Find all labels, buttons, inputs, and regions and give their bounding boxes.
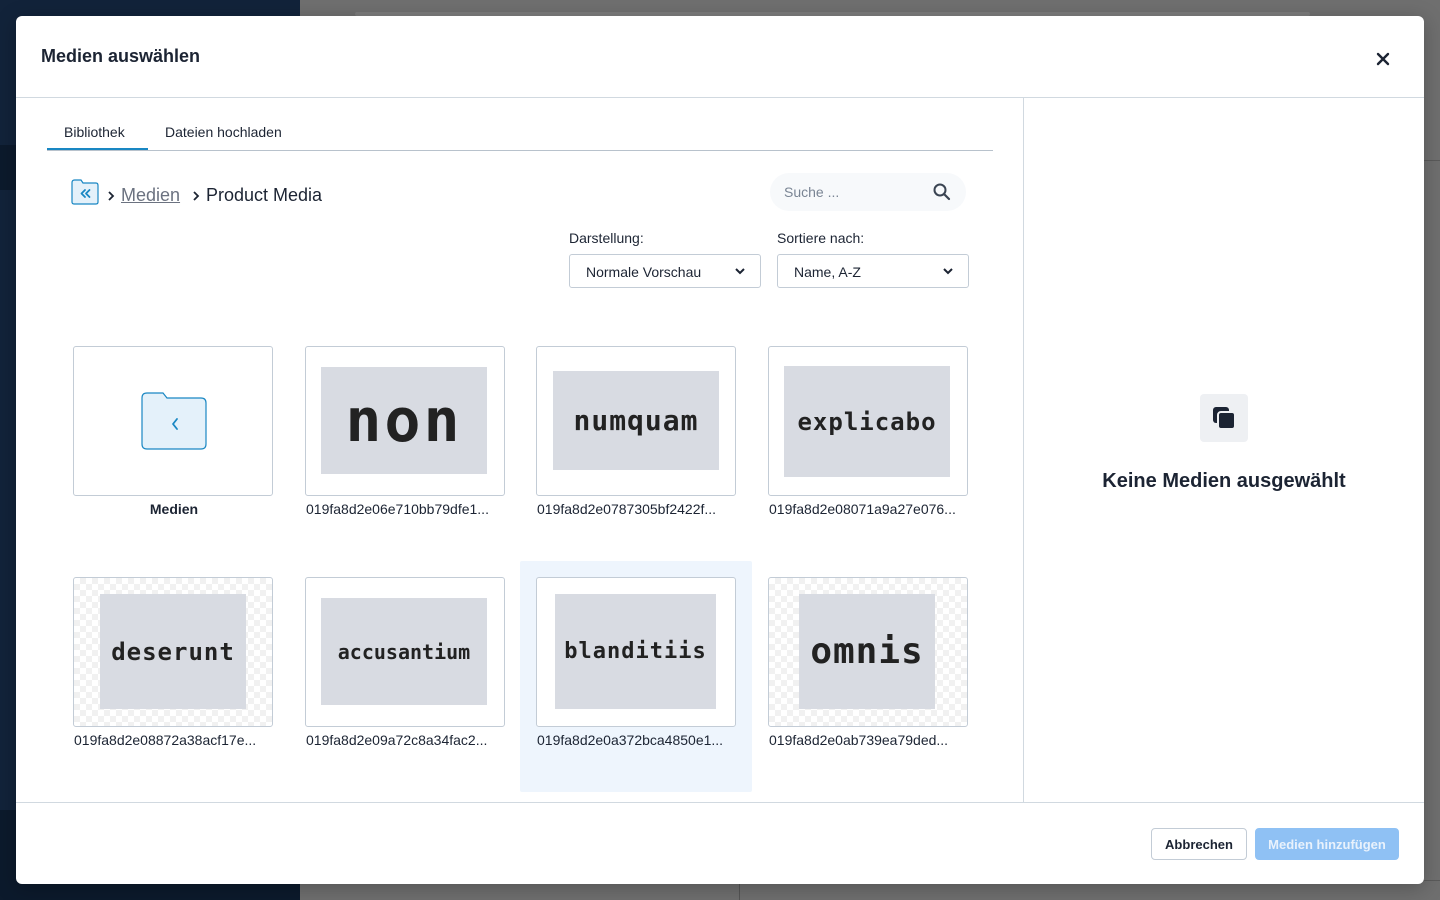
media-image: omnis xyxy=(799,594,935,709)
media-item-name: Medien xyxy=(149,501,199,517)
chevron-down-icon xyxy=(735,268,745,275)
media-thumbnail: numquam xyxy=(536,346,736,496)
media-modal: Medien auswählen Bibliothek Dateien hoch… xyxy=(16,16,1424,884)
media-thumbnail: non xyxy=(305,346,505,496)
modal-body: Bibliothek Dateien hochladen Medien Prod… xyxy=(16,98,1424,802)
chevron-right-icon xyxy=(107,189,115,204)
tab-library[interactable]: Bibliothek xyxy=(64,124,125,140)
media-thumbnail: deserunt xyxy=(73,577,273,727)
media-image: numquam xyxy=(553,371,719,470)
modal-footer: Abbrechen Medien hinzufügen xyxy=(16,802,1424,884)
media-item[interactable]: accusantium 019fa8d2e09a72c8a34fac2... xyxy=(289,561,521,792)
media-thumbnail: accusantium xyxy=(305,577,505,727)
media-item-name: 019fa8d2e09a72c8a34fac2... xyxy=(306,732,488,748)
media-thumbnail: omnis xyxy=(768,577,968,727)
media-item-name: 019fa8d2e0787305bf2422f... xyxy=(537,501,717,517)
media-image: non xyxy=(321,367,487,474)
empty-selection-text: Keine Medien ausgewählt xyxy=(1102,470,1346,492)
chevron-down-icon xyxy=(943,268,953,275)
media-image: deserunt xyxy=(100,594,246,709)
folder-back-icon xyxy=(141,392,207,450)
view-select[interactable]: Normale Vorschau xyxy=(569,254,761,288)
active-tab-indicator xyxy=(47,148,148,150)
sort-select-label: Sortiere nach: xyxy=(777,230,865,246)
app-divider-right xyxy=(1423,160,1440,161)
sort-select-value: Name, A-Z xyxy=(794,264,861,280)
search-icon[interactable] xyxy=(932,182,952,202)
media-image: accusantium xyxy=(321,598,487,705)
search-input[interactable] xyxy=(784,182,924,202)
breadcrumb-current: Product Media xyxy=(206,185,323,205)
view-select-label: Darstellung: xyxy=(569,230,644,246)
media-library-pane: Bibliothek Dateien hochladen Medien Prod… xyxy=(16,98,1023,802)
folder-back-icon xyxy=(71,179,99,205)
tab-upload-files[interactable]: Dateien hochladen xyxy=(165,124,282,140)
media-folder-item[interactable]: Medien xyxy=(57,330,289,561)
media-image: explicabo xyxy=(784,366,950,477)
breadcrumb-back-button[interactable] xyxy=(71,179,99,205)
media-item-name: 019fa8d2e08872a38acf17e... xyxy=(74,732,257,748)
tab-bar: Bibliothek Dateien hochladen xyxy=(47,116,993,151)
search-box xyxy=(770,173,966,211)
selection-sidebar: Keine Medien ausgewählt xyxy=(1023,98,1424,802)
media-item-name: 019fa8d2e06e710bb79dfe1... xyxy=(306,501,489,517)
media-item-name: 019fa8d2e0ab739ea79ded... xyxy=(769,732,949,748)
copy-icon xyxy=(1200,394,1248,442)
media-item[interactable]: non 019fa8d2e06e710bb79dfe1... xyxy=(289,330,521,561)
media-item[interactable]: explicabo 019fa8d2e08071a9a27e076... xyxy=(752,330,984,561)
breadcrumb-root-link[interactable]: Medien xyxy=(121,185,180,206)
media-item-name: 019fa8d2e0a372bca4850e1... xyxy=(537,732,724,748)
sort-select[interactable]: Name, A-Z xyxy=(777,254,969,288)
close-button[interactable] xyxy=(1371,47,1395,71)
add-media-button[interactable]: Medien hinzufügen xyxy=(1255,828,1399,860)
media-thumbnail: blanditiis xyxy=(536,577,736,727)
media-thumbnail: explicabo xyxy=(768,346,968,496)
media-item[interactable]: omnis 019fa8d2e0ab739ea79ded... xyxy=(752,561,984,792)
folder-thumbnail xyxy=(73,346,273,496)
media-item-selected[interactable]: blanditiis 019fa8d2e0a372bca4850e1... xyxy=(520,561,752,792)
modal-title: Medien auswählen xyxy=(41,46,201,66)
close-icon xyxy=(1376,52,1390,66)
media-image: blanditiis xyxy=(555,594,716,709)
media-item[interactable]: deserunt 019fa8d2e08872a38acf17e... xyxy=(57,561,289,792)
chevron-right-icon xyxy=(192,189,200,204)
media-item[interactable]: numquam 019fa8d2e0787305bf2422f... xyxy=(520,330,752,561)
view-select-value: Normale Vorschau xyxy=(586,264,702,280)
media-item-name: 019fa8d2e08071a9a27e076... xyxy=(769,501,956,517)
modal-header: Medien auswählen xyxy=(16,16,1424,98)
cancel-button[interactable]: Abbrechen xyxy=(1151,828,1247,860)
